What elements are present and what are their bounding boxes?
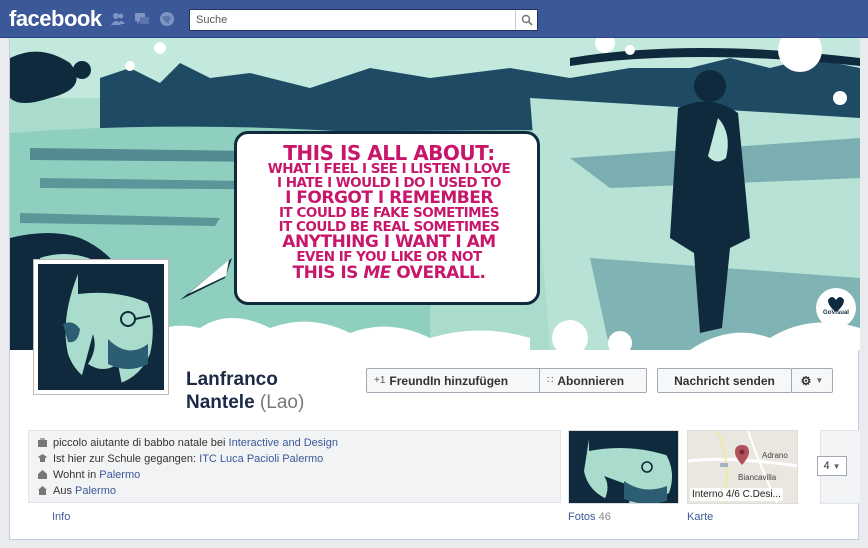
profile-picture[interactable]	[33, 259, 169, 395]
chevron-down-icon: ▼	[832, 461, 841, 471]
subscribe-label: Abonnieren	[557, 373, 625, 388]
house-icon	[38, 486, 47, 495]
quote-speech-bubble: THIS IS ALL ABOUT: WHAT I FEEL I SEE I L…	[234, 131, 540, 305]
map-town-adrano: Adrano	[762, 451, 788, 460]
school-line: Ist hier zur Schule gegangen: ITC Luca P…	[38, 452, 323, 466]
govisual-badge-text: GoVisual	[823, 310, 849, 316]
add-friend-label: FreundIn hinzufügen	[389, 373, 509, 388]
alternate-name: (Lao)	[259, 392, 305, 413]
work-line: piccolo aiutante di babbo natale bei Int…	[38, 436, 338, 450]
search-input[interactable]	[190, 10, 510, 30]
gear-icon: ⚙	[800, 373, 812, 388]
photos-section-link[interactable]: Fotos 46	[568, 511, 611, 523]
profile-photo-image	[38, 264, 164, 390]
photos-thumbnail[interactable]	[568, 430, 679, 504]
last-name: Nantele	[186, 392, 255, 413]
photos-preview-image	[569, 431, 678, 503]
work-link[interactable]: Interactive and Design	[229, 437, 338, 449]
home-icon	[38, 470, 47, 479]
more-count: 4	[823, 460, 830, 472]
search-icon	[521, 14, 533, 26]
map-pin-icon	[735, 445, 749, 465]
top-navigation-bar: facebook	[0, 0, 868, 38]
search-box	[189, 9, 538, 31]
quote-line-last: THIS IS ME OVERALL.	[247, 262, 531, 283]
settings-dropdown-button[interactable]: ⚙ ▼	[791, 368, 833, 393]
info-section-link[interactable]: Info	[52, 511, 70, 523]
lives-prefix: Wohnt in	[53, 469, 100, 481]
last-name-line: Nantele (Lao)	[186, 391, 366, 414]
lives-in-line: Wohnt in Palermo	[38, 468, 140, 482]
photos-count: 46	[598, 511, 611, 523]
info-panel: piccolo aiutante di babbo natale bei Int…	[28, 430, 561, 503]
quote-line: THIS IS ALL ABOUT:	[283, 141, 495, 165]
rss-icon: ∷	[547, 375, 554, 386]
quote-text: THIS IS	[292, 262, 364, 283]
map-town-biancavilla: Biancavilla	[738, 473, 777, 482]
from-prefix: Aus	[53, 485, 76, 497]
map-place-label: Interno 4/6 C.Desi...	[690, 488, 783, 501]
add-friend-button[interactable]: +1 FreundIn hinzufügen	[366, 368, 540, 393]
graduation-cap-icon	[38, 454, 47, 462]
quote-emphasis: ME	[363, 262, 391, 283]
school-prefix: Ist hier zur Schule gegangen:	[53, 453, 200, 465]
timeline-card: THIS IS ALL ABOUT: WHAT I FEEL I SEE I L…	[9, 38, 860, 540]
search-button[interactable]	[515, 10, 537, 30]
work-prefix: piccolo aiutante di babbo natale bei	[53, 437, 229, 449]
from-line: Aus Palermo	[38, 484, 116, 498]
send-message-label: Nachricht senden	[674, 373, 775, 388]
profile-name: Lanfranco Nantele (Lao)	[186, 368, 366, 414]
add-friend-icon: +1	[374, 375, 386, 386]
notifications-icon[interactable]	[159, 11, 175, 27]
from-link[interactable]: Palermo	[75, 485, 116, 497]
first-name: Lanfranco	[186, 369, 278, 390]
friend-requests-icon[interactable]	[110, 11, 126, 27]
subscribe-button[interactable]: ∷ Abonnieren	[539, 368, 647, 393]
lives-link[interactable]: Palermo	[99, 469, 140, 481]
chevron-down-icon: ▼	[815, 376, 824, 385]
photos-label: Fotos	[568, 511, 596, 523]
quote-text: OVERALL.	[390, 262, 486, 283]
map-thumbnail[interactable]: Adrano Biancavilla Interno 4/6 C.Desi...	[687, 430, 798, 504]
map-section-link[interactable]: Karte	[687, 511, 713, 523]
facebook-logo[interactable]: facebook	[9, 6, 102, 32]
school-link[interactable]: ITC Luca Pacioli Palermo	[199, 453, 323, 465]
send-message-button[interactable]: Nachricht senden	[657, 368, 792, 393]
briefcase-icon	[38, 438, 47, 447]
messages-icon[interactable]	[134, 11, 150, 27]
more-sections-button[interactable]: 4 ▼	[817, 456, 847, 476]
